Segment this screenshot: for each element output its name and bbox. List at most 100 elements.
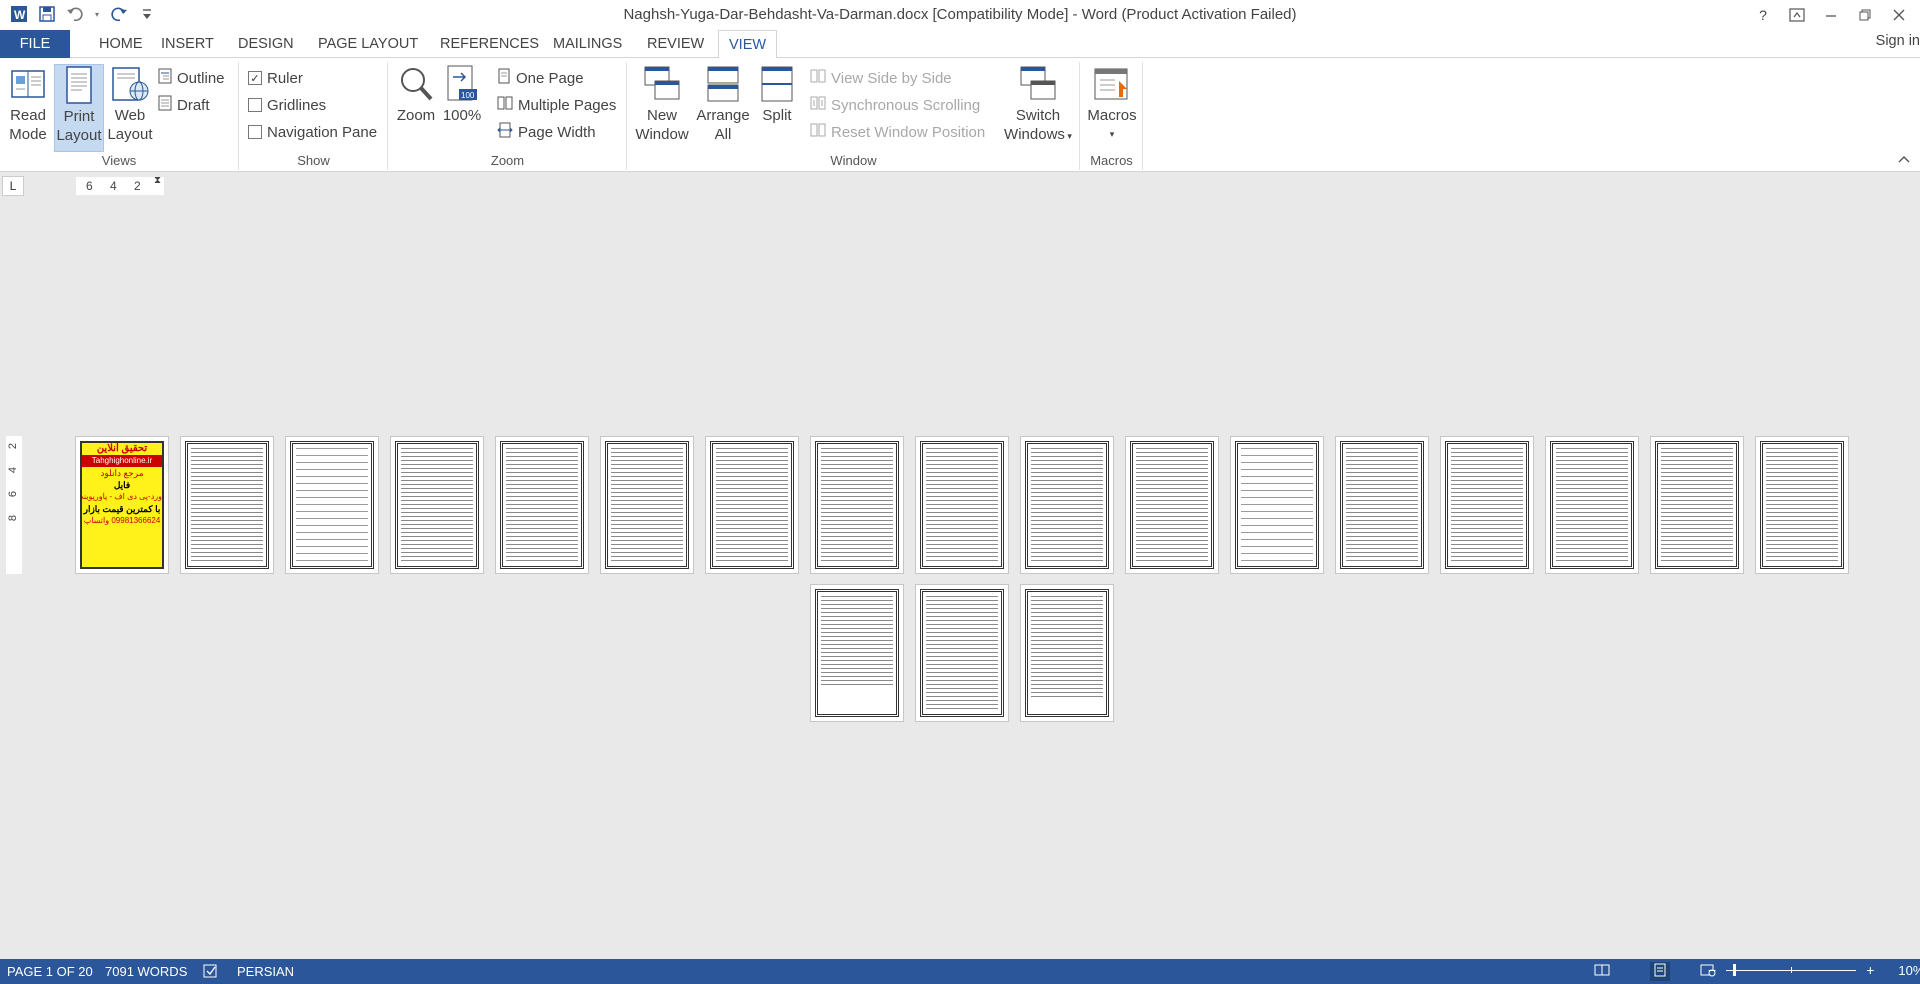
ad-line: با کمترین قیمت بازار [83,504,161,514]
tab-review[interactable]: REVIEW [637,30,714,58]
document-page[interactable] [1651,437,1743,573]
one-page-button[interactable]: One Page [497,67,584,89]
split-icon [758,64,796,104]
multiple-pages-button[interactable]: Multiple Pages [497,94,616,116]
macros-button[interactable]: Macros ▾ [1085,64,1139,144]
document-page[interactable] [1231,437,1323,573]
switch-windows-icon [1019,64,1057,104]
document-page[interactable] [181,437,273,573]
tab-home[interactable]: HOME [89,30,153,58]
reset-window-position-button[interactable]: Reset Window Position [810,121,985,143]
ad-line: Tahghighonline.ir [82,455,162,467]
tab-selector[interactable]: L [2,176,24,196]
navigation-pane-checkbox[interactable]: Navigation Pane [248,121,377,143]
zoom-label: Zoom [396,107,436,124]
ribbon-display-options-icon[interactable] [1782,2,1812,28]
document-page[interactable] [391,437,483,573]
document-page[interactable] [1021,437,1113,573]
split-button[interactable]: Split [754,64,800,125]
indent-marker-icon[interactable]: ⧗ [154,175,161,186]
zoom-button[interactable]: Zoom [393,64,439,125]
collapse-ribbon-icon[interactable] [1898,153,1910,167]
document-page[interactable] [1336,437,1428,573]
document-page[interactable] [496,437,588,573]
restore-icon[interactable] [1850,2,1880,28]
zoom-slider-thumb[interactable] [1733,963,1737,976]
language-indicator[interactable]: PERSIAN [237,964,294,979]
web-layout-button[interactable]: Web Layout [105,64,155,144]
tab-mailings[interactable]: MAILINGS [543,30,632,58]
print-layout-button[interactable]: Print Layout [54,64,104,152]
document-page[interactable] [1021,585,1113,721]
tab-design[interactable]: DESIGN [228,30,304,58]
print-layout-label-2: Layout [56,127,102,144]
read-mode-icon [9,64,47,104]
document-page[interactable]: تحقیق آنلاین Tahghighonline.ir مرجع دانل… [76,437,168,573]
draft-button[interactable]: Draft [158,94,210,116]
read-mode-button[interactable]: Read Mode [4,64,52,144]
zoom-100-button[interactable]: 100 100% [441,64,483,125]
arrange-all-button[interactable]: Arrange All [694,64,752,144]
document-page[interactable] [706,437,798,573]
ruler-check-icon[interactable]: ✓ [248,71,262,85]
ruler-row: L 6 4 2 ⧗ [0,172,1920,200]
switch-windows-label-2: Windows ▾ [1000,125,1076,146]
zoom-percentage[interactable]: 10% [1898,963,1920,978]
read-mode-view-icon[interactable] [1594,963,1610,980]
outline-button[interactable]: Outline [158,67,225,89]
ad-line: 09981366624 واتساپ [83,516,161,525]
document-page[interactable] [601,437,693,573]
help-icon[interactable]: ? [1748,2,1778,28]
document-page[interactable] [286,437,378,573]
zoom-slider[interactable] [1726,963,1857,976]
document-page[interactable] [1126,437,1218,573]
window-group: New Window Arrange All Split View Side b… [628,62,1080,170]
gridlines-check-icon[interactable] [248,98,262,112]
document-page[interactable] [1756,437,1848,573]
zoom-in-icon[interactable]: + [1866,962,1874,978]
web-layout-label-1: Web [114,107,146,124]
synchronous-scrolling-label: Synchronous Scrolling [831,96,981,114]
sign-in-link[interactable]: Sign in [1876,33,1920,49]
zoom-out-icon[interactable]: − [1708,962,1716,978]
web-layout-icon [111,64,149,104]
zoom-100-label: 100% [442,107,482,124]
document-page[interactable] [1546,437,1638,573]
synchronous-scrolling-button[interactable]: Synchronous Scrolling [810,94,980,116]
tab-references[interactable]: REFERENCES [430,30,549,58]
switch-windows-button[interactable]: Switch Windows ▾ [1000,64,1076,146]
horizontal-ruler[interactable]: 6 4 2 ⧗ [76,175,164,195]
close-icon[interactable] [1884,2,1914,28]
proofing-icon[interactable] [203,964,219,981]
page-count[interactable]: PAGE 1 OF 20 [7,964,93,979]
view-side-by-side-button[interactable]: View Side by Side [810,67,952,89]
document-page[interactable] [916,585,1008,721]
window-title: Naghsh-Yuga-Dar-Behdasht-Va-Darman.docx … [623,6,1297,23]
new-window-button[interactable]: New Window [632,64,692,144]
magnifier-icon [397,64,435,104]
page-width-button[interactable]: Page Width [497,121,596,143]
gridlines-checkbox[interactable]: Gridlines [248,94,326,116]
cover-advertisement: تحقیق آنلاین Tahghighonline.ir مرجع دانل… [80,441,164,569]
minimize-icon[interactable] [1816,2,1846,28]
ribbon: Read Mode Print Layout Web Layout Outlin… [0,58,1920,172]
multiple-pages-label: Multiple Pages [518,96,617,114]
tab-insert[interactable]: INSERT [151,30,224,58]
tab-view[interactable]: VIEW [718,30,778,59]
ruler-checkbox[interactable]: ✓ Ruler [248,67,303,89]
tab-page-layout[interactable]: PAGE LAYOUT [308,30,428,58]
ad-line: ورد-پی دی اف - پاورپوینت [80,492,162,501]
arrange-all-label-1: Arrange [696,107,750,124]
ruler-tick-label: 2 [134,179,141,193]
document-page[interactable] [811,437,903,573]
vertical-ruler[interactable]: 2 4 6 8 [6,436,22,574]
print-layout-view-icon[interactable] [1650,962,1670,981]
document-page[interactable] [1441,437,1533,573]
web-layout-label-2: Layout [107,126,153,143]
document-page[interactable] [811,585,903,721]
title-bar: W ▾ Naghsh-Yuga-Dar-Behdasht-Va-Darman.d… [0,0,1920,30]
tab-file[interactable]: FILE [0,30,70,58]
navigation-pane-check-icon[interactable] [248,125,262,139]
document-page[interactable] [916,437,1008,573]
word-count[interactable]: 7091 WORDS [105,964,187,979]
